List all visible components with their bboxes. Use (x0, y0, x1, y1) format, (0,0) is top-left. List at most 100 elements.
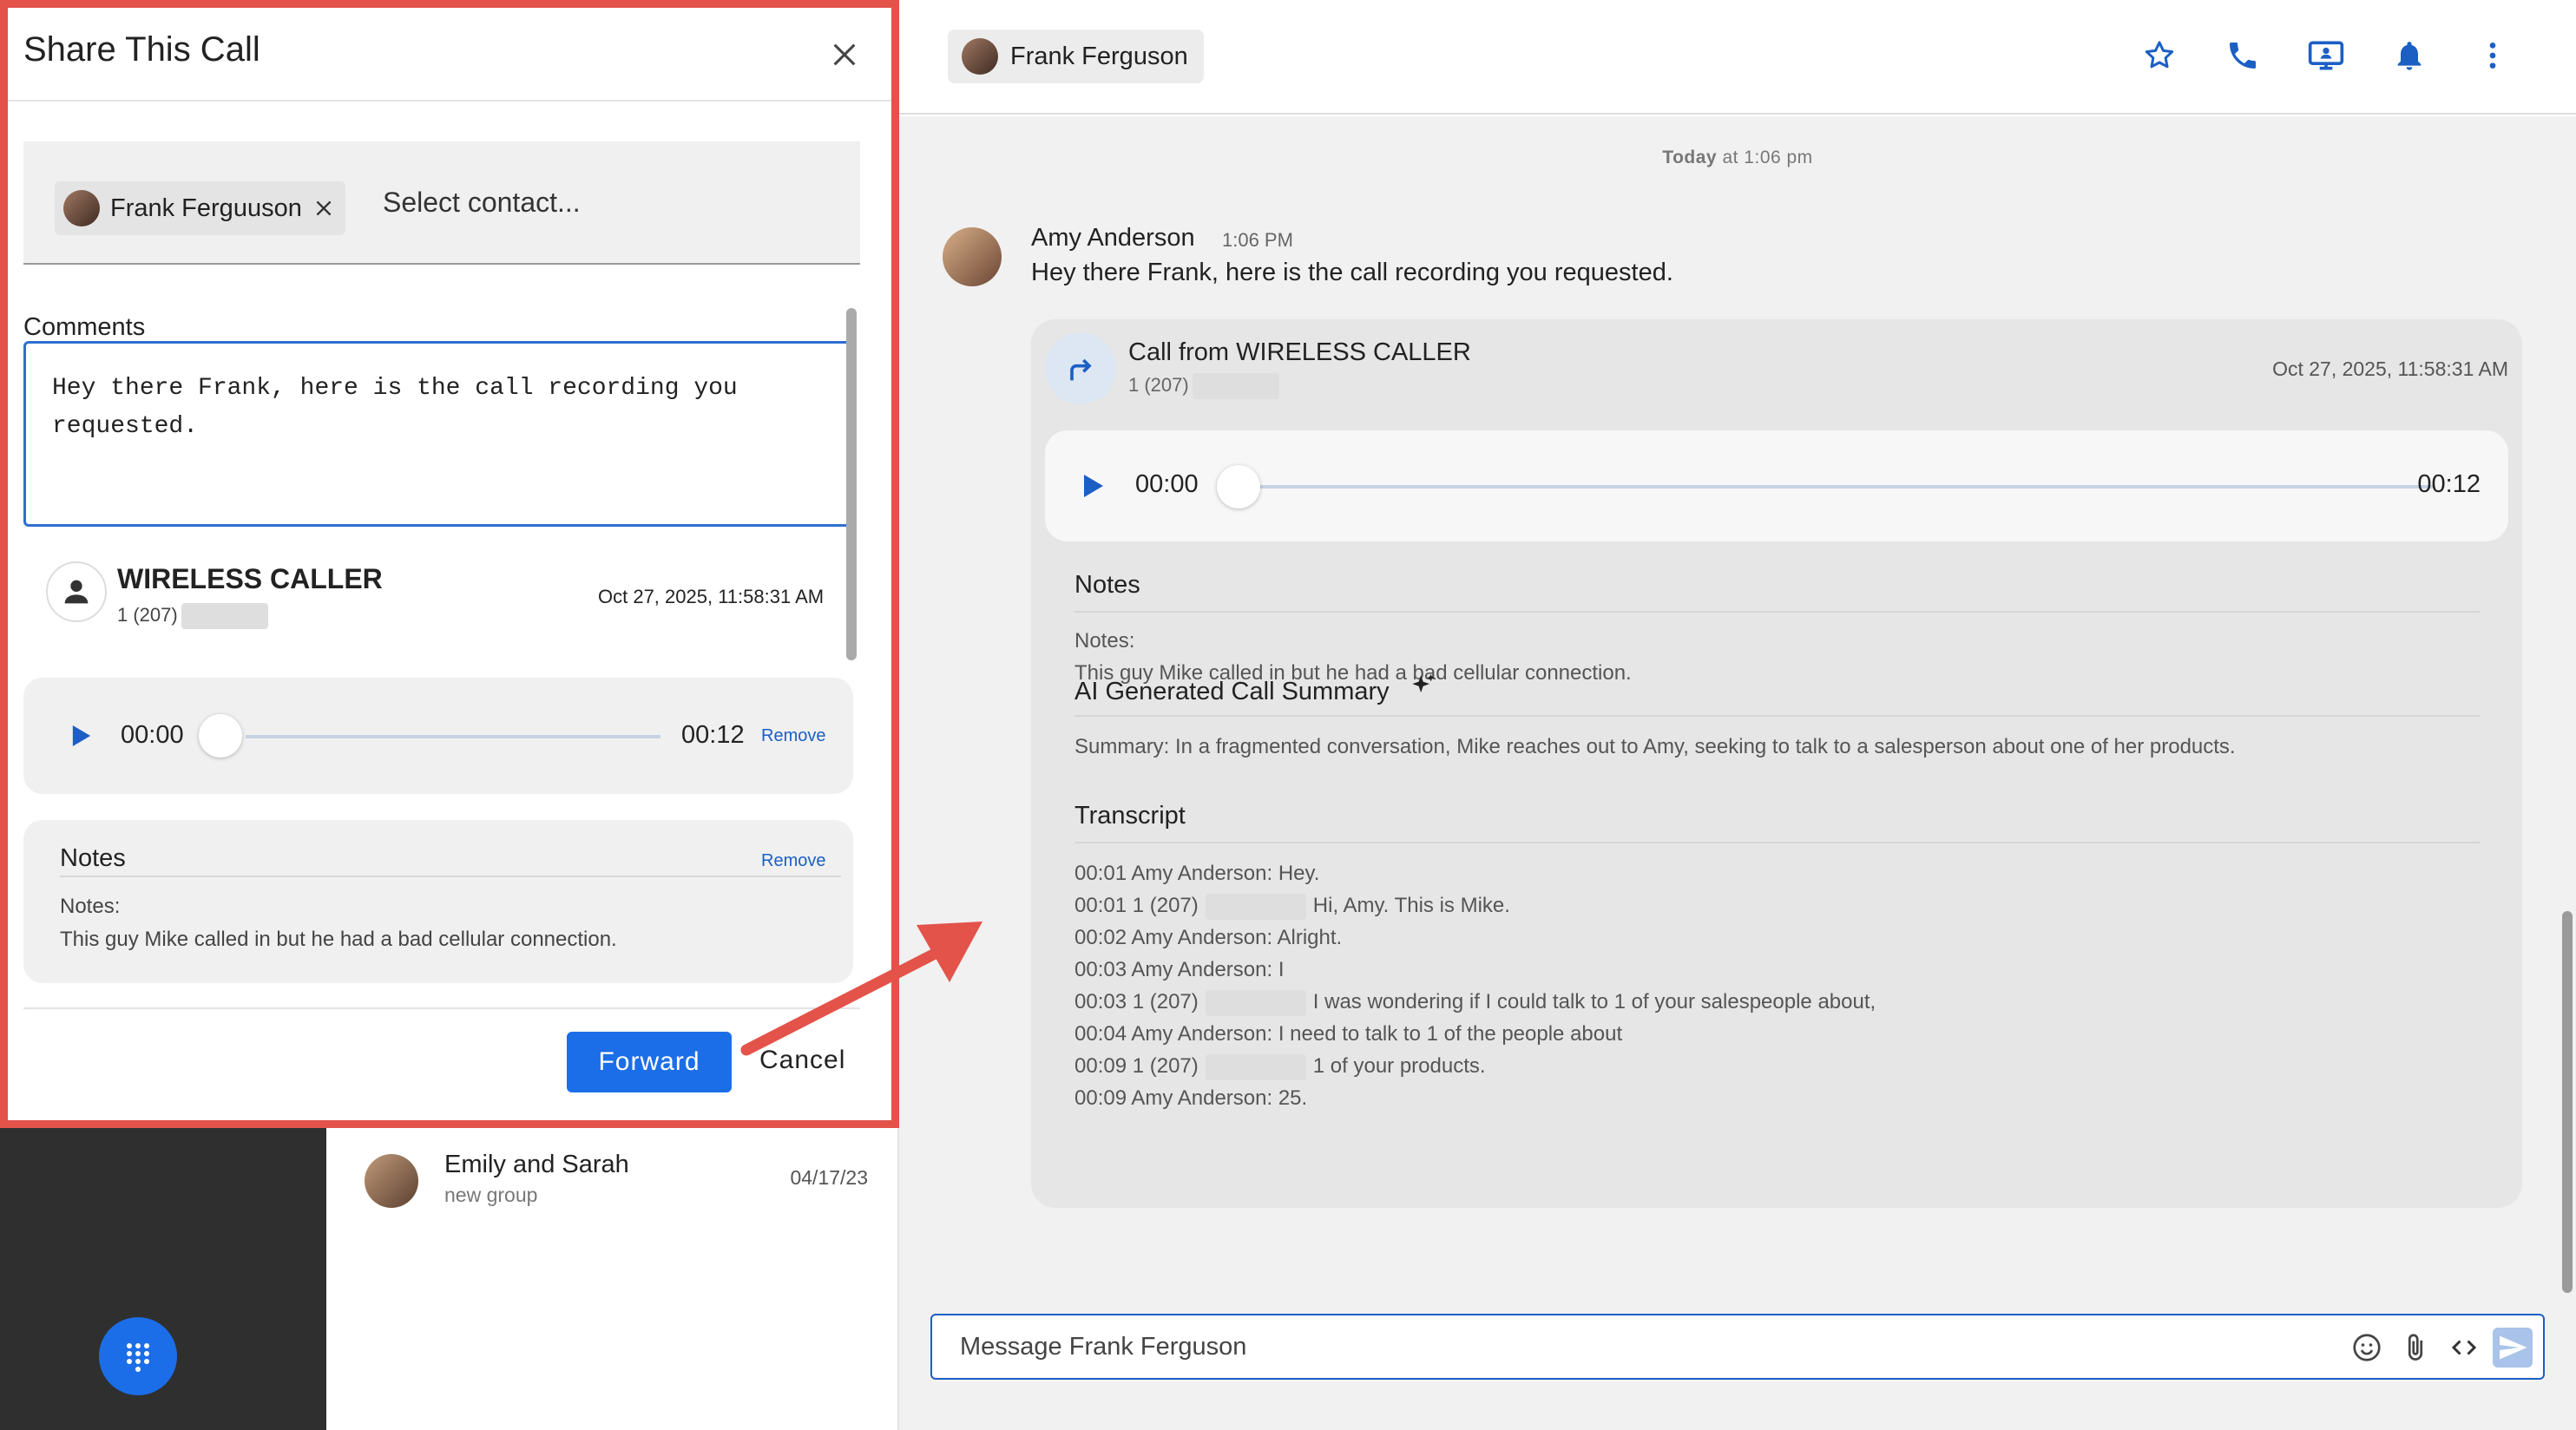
transcript-speaker: 00:04 Amy Anderson: I need to talk to 1 … (1074, 1022, 1623, 1046)
star-icon[interactable] (2137, 33, 2182, 78)
remove-recipient-icon[interactable] (312, 197, 335, 220)
transcript-divider (1074, 842, 2481, 843)
dialpad-button[interactable] (99, 1317, 177, 1395)
modal-audio-player: 00:00 00:12 Remove (23, 678, 853, 794)
play-icon[interactable] (1078, 470, 1109, 502)
audio-current-time: 00:00 (1135, 470, 1199, 498)
modal-notes-divider (60, 876, 841, 877)
modal-notes-heading: Notes (60, 844, 126, 872)
transcript-speaker: 00:02 Amy Anderson: Alright. (1074, 926, 1343, 949)
comments-textarea[interactable]: Hey there Frank, here is the call record… (23, 341, 855, 527)
transcript-line: 00:09 Amy Anderson: 25. (1074, 1082, 1307, 1114)
message-composer[interactable]: Message Frank Ferguson (930, 1314, 2545, 1380)
redacted-number (1205, 989, 1306, 1016)
conversation-name: Emily and Sarah (444, 1151, 629, 1178)
modal-audio-track[interactable] (246, 735, 660, 738)
transcript-speaker: 00:01 Amy Anderson: Hey. (1074, 862, 1320, 885)
modal-audio-scrubber-handle[interactable] (199, 714, 242, 758)
transcript-line: 00:09 1 (207) 1 of your products. (1074, 1050, 1486, 1082)
modal-notes-label: Notes: (60, 895, 121, 918)
select-contact-input[interactable]: Select contact... (383, 187, 581, 219)
chat-body: Today at 1:06 pm Amy Anderson 1:06 PM He… (899, 116, 2576, 1430)
recipient-chip[interactable]: Frank Ferguuson (55, 181, 345, 235)
conversation-item[interactable]: Emily and Sarah new group 04/17/23 (365, 1147, 868, 1217)
redacted-number (1205, 893, 1306, 920)
modal-header-divider (8, 100, 891, 102)
bell-icon[interactable] (2387, 33, 2432, 78)
paperclip-icon[interactable] (2395, 1328, 2435, 1368)
group-avatar (365, 1154, 418, 1208)
redacted-number (181, 603, 268, 629)
transcript-utterance: I was wondering if I could talk to 1 of … (1312, 990, 1876, 1013)
transcript-line: 00:01 1 (207) Hi, Amy. This is Mike. (1074, 889, 1510, 922)
transcript-utterance: 1 of your products. (1312, 1054, 1486, 1078)
forward-button[interactable]: Forward (567, 1032, 732, 1092)
remove-notes-link[interactable]: Remove (761, 851, 825, 871)
message-author: Amy Anderson (1031, 224, 1195, 252)
header-contact-chip[interactable]: Frank Ferguson (948, 30, 1204, 83)
modal-title: Share This Call (23, 30, 260, 69)
transcript-heading: Transcript (1074, 802, 1186, 830)
call-date: Oct 27, 2025, 11:58:31 AM (2272, 358, 2508, 380)
close-icon[interactable] (820, 30, 869, 79)
chat-scrollbar[interactable] (2562, 911, 2573, 1293)
transcript-line: 00:02 Amy Anderson: Alright. (1074, 922, 1342, 954)
modal-audio-total-time: 00:12 (681, 721, 745, 749)
notes-heading: Notes (1074, 571, 1140, 599)
modal-footer-divider (23, 1007, 860, 1009)
recipient-field[interactable]: Frank Ferguuson Select contact... (23, 141, 860, 265)
modal-notes-text: This guy Mike called in but he had a bad… (60, 928, 617, 951)
recipient-avatar (63, 190, 100, 226)
summary-divider (1074, 715, 2481, 717)
sparkle-icon (1411, 673, 1435, 693)
summary-text: Summary: In a fragmented conversation, M… (1074, 735, 2236, 758)
annotation-arrow (740, 922, 982, 1056)
transcript-line: 00:04 Amy Anderson: I need to talk to 1 … (1074, 1018, 1622, 1050)
send-icon[interactable] (2493, 1328, 2533, 1368)
audio-scrubber-handle[interactable] (1217, 465, 1260, 508)
message-input[interactable]: Message Frank Ferguson (960, 1333, 1246, 1361)
modal-scrollbar[interactable] (846, 308, 857, 660)
dialpad-icon (127, 1343, 149, 1372)
attached-caller-name: WIRELESS CALLER (117, 563, 383, 594)
audio-total-time: 00:12 (2417, 470, 2481, 498)
emoji-icon[interactable] (2347, 1328, 2387, 1368)
attached-caller-number: 1 (207) (117, 603, 268, 629)
code-icon[interactable] (2444, 1328, 2484, 1368)
summary-heading: AI Generated Call Summary (1074, 672, 1438, 706)
attached-call-date: Oct 27, 2025, 11:58:31 AM (598, 586, 825, 607)
call-forwarded-icon (1045, 333, 1116, 404)
header-contact-name: Frank Ferguson (1010, 42, 1188, 70)
phone-icon[interactable] (2220, 33, 2265, 78)
comments-label: Comments (23, 313, 146, 341)
day-separator: Today at 1:06 pm (1662, 148, 1813, 167)
more-vertical-icon[interactable] (2470, 33, 2515, 78)
message-time: 1:06 PM (1222, 229, 1293, 251)
redacted-number (1205, 1053, 1306, 1080)
transcript-speaker: 00:03 Amy Anderson: I (1074, 958, 1285, 981)
message-text: Hey there Frank, here is the call record… (1031, 259, 1673, 286)
audio-track[interactable] (1238, 485, 2434, 489)
audio-player: 00:00 00:12 (1045, 430, 2508, 541)
modal-audio-current-time: 00:00 (121, 721, 184, 749)
call-recording-card: Call from WIRELESS CALLER 1 (207) Oct 27… (1031, 319, 2522, 1208)
transcript-utterance: Hi, Amy. This is Mike. (1312, 894, 1510, 917)
transcript-line: 00:03 Amy Anderson: I (1074, 954, 1285, 986)
conversation-subtitle: new group (444, 1184, 538, 1206)
transcript-line: 00:03 1 (207) I was wondering if I could … (1074, 986, 1876, 1018)
redacted-number (1192, 373, 1279, 399)
recipient-name: Frank Ferguuson (110, 194, 302, 222)
chat-header: Frank Ferguson (899, 0, 2576, 115)
remove-recording-link[interactable]: Remove (761, 726, 825, 746)
screen-share-icon[interactable] (2303, 33, 2349, 78)
conversation-date: 04/17/23 (790, 1166, 868, 1189)
modal-notes-card: Notes Remove Notes: This guy Mike called… (23, 820, 853, 983)
comments-value: Hey there Frank, here is the call record… (52, 375, 738, 440)
call-number: 1 (207) (1128, 373, 1279, 399)
contact-avatar (962, 38, 998, 75)
transcript-speaker: 00:09 Amy Anderson: 25. (1074, 1086, 1308, 1110)
play-icon[interactable] (67, 721, 96, 751)
notes-divider (1074, 611, 2481, 613)
transcript-speaker: 00:03 1 (207) (1074, 990, 1199, 1013)
call-title: Call from WIRELESS CALLER (1128, 338, 1471, 366)
